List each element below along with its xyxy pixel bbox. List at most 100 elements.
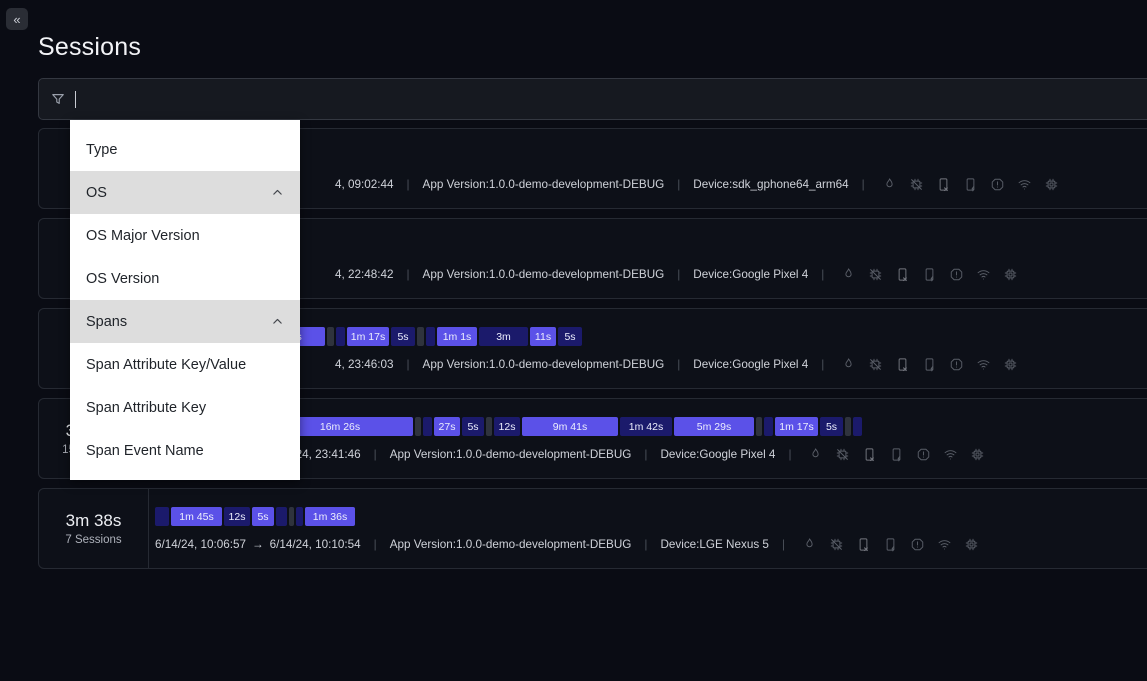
timeline-segment[interactable]: 5s [252, 507, 274, 526]
timeline-segment[interactable] [327, 327, 334, 346]
timeline-segment[interactable]: 5s [391, 327, 415, 346]
session-timeline[interactable]: 1m 45s 12s 5s 1m 36s [155, 505, 1147, 526]
app-version-value: 1.0.0-demo-development-DEBUG [488, 178, 665, 191]
timeline-segment[interactable]: 1m 17s [347, 327, 389, 346]
app-version-value: 1.0.0-demo-development-DEBUG [488, 358, 665, 371]
dropdown-item-spans[interactable]: Spans [70, 300, 300, 343]
session-meta: 6/14/24, 10:06:57 → 6/14/24, 10:10:54 | … [155, 537, 1147, 552]
session-timeline[interactable]: 1m 42s5m 29s1m 17s5s1m 1s3m11s5s [155, 325, 1147, 346]
wifi-icon[interactable] [976, 357, 991, 372]
timeline-segment[interactable] [756, 417, 762, 436]
device-label: Device: [693, 268, 733, 281]
timeline-segment[interactable]: 1m 42s [620, 417, 672, 436]
crash-off-icon[interactable] [829, 537, 844, 552]
crash-off-icon[interactable] [868, 267, 883, 282]
timeline-segment[interactable]: 1m 36s [305, 507, 355, 526]
device-x-icon[interactable] [856, 537, 871, 552]
alert-octagon-icon[interactable] [916, 447, 931, 462]
dropdown-item-span-attribute-key[interactable]: Span Attribute Key [70, 386, 300, 429]
timeline-segment[interactable] [426, 327, 435, 346]
timeline-segment[interactable] [415, 417, 421, 436]
alert-octagon-icon[interactable] [949, 357, 964, 372]
crash-off-icon[interactable] [909, 177, 924, 192]
app-version-label: App Version: [422, 268, 489, 281]
timeline-segment[interactable]: 12s [224, 507, 250, 526]
dropdown-item-type[interactable]: Type [70, 128, 300, 171]
cpu-icon[interactable] [964, 537, 979, 552]
alert-octagon-icon[interactable] [910, 537, 925, 552]
app-version-label: App Version: [422, 178, 489, 191]
dropdown-item-os-major-version[interactable]: OS Major Version [70, 214, 300, 257]
flame-icon[interactable] [808, 447, 823, 462]
device-value: Google Pixel 4 [699, 448, 776, 461]
timeline-segment[interactable]: 11s [530, 327, 556, 346]
device-bolt-icon[interactable] [889, 447, 904, 462]
device-bolt-icon[interactable] [922, 267, 937, 282]
app-version-value: 1.0.0-demo-development-DEBUG [455, 448, 632, 461]
dropdown-item-span-event-name[interactable]: Span Event Name [70, 429, 300, 472]
filter-field-dropdown[interactable]: Type OS OS Major Version OS Version Spans Spa… [70, 120, 300, 480]
cpu-icon[interactable] [970, 447, 985, 462]
wifi-icon[interactable] [1017, 177, 1032, 192]
session-timeline[interactable] [155, 145, 1147, 166]
chevron-up-icon[interactable] [271, 315, 284, 328]
timeline-segment[interactable]: 9m 41s [522, 417, 618, 436]
crash-off-icon[interactable] [835, 447, 850, 462]
flame-icon[interactable] [802, 537, 817, 552]
timeline-segment[interactable] [764, 417, 773, 436]
device-bolt-icon[interactable] [963, 177, 978, 192]
timeline-segment[interactable]: 27s [434, 417, 460, 436]
flame-icon[interactable] [882, 177, 897, 192]
timeline-segment[interactable]: 1m 45s [171, 507, 222, 526]
dropdown-item-os[interactable]: OS [70, 171, 300, 214]
timeline-segment[interactable]: 12s [494, 417, 520, 436]
dropdown-item-label: Spans [86, 313, 128, 330]
device-x-icon[interactable] [936, 177, 951, 192]
timeline-segment[interactable]: 3m [479, 327, 528, 346]
meta-separator: | [677, 358, 681, 371]
dropdown-item-span-attribute-key-value[interactable]: Span Attribute Key/Value [70, 343, 300, 386]
device-bolt-icon[interactable] [922, 357, 937, 372]
session-timeline[interactable] [155, 235, 1147, 256]
filter-input-bar[interactable] [38, 78, 1147, 120]
chevron-up-icon[interactable] [271, 186, 284, 199]
device-x-icon[interactable] [862, 447, 877, 462]
alert-octagon-icon[interactable] [949, 267, 964, 282]
session-status-icons [878, 177, 1059, 192]
table-row[interactable]: 3m 38s 7 Sessions 1m 45s 12s 5s 1m 36s 6/14… [38, 488, 1147, 569]
dropdown-item-label: Span Event Name [86, 442, 204, 459]
flame-icon[interactable] [841, 267, 856, 282]
timeline-segment[interactable] [155, 507, 169, 526]
crash-off-icon[interactable] [868, 357, 883, 372]
timeline-segment[interactable] [423, 417, 432, 436]
alert-octagon-icon[interactable] [990, 177, 1005, 192]
timeline-segment[interactable] [336, 327, 345, 346]
timeline-segment[interactable]: 5s [820, 417, 843, 436]
wifi-icon[interactable] [937, 537, 952, 552]
timeline-segment[interactable] [276, 507, 287, 526]
timeline-segment[interactable]: 1m 17s [775, 417, 818, 436]
wifi-icon[interactable] [976, 267, 991, 282]
device-bolt-icon[interactable] [883, 537, 898, 552]
session-timeline[interactable]: 1s3m 39s16m 26s27s5s12s9m 41s1m 42s5m 29… [155, 415, 1147, 436]
timeline-segment[interactable] [853, 417, 862, 436]
timeline-segment[interactable] [289, 507, 294, 526]
wifi-icon[interactable] [943, 447, 958, 462]
timeline-segment[interactable]: 5s [558, 327, 582, 346]
device-x-icon[interactable] [895, 267, 910, 282]
cpu-icon[interactable] [1003, 267, 1018, 282]
timeline-segment[interactable] [417, 327, 424, 346]
timeline-segment[interactable] [845, 417, 851, 436]
timeline-segment[interactable]: 1m 1s [437, 327, 477, 346]
device-x-icon[interactable] [895, 357, 910, 372]
cpu-icon[interactable] [1003, 357, 1018, 372]
app-version-label: App Version: [422, 358, 489, 371]
timeline-segment[interactable]: 5s [462, 417, 484, 436]
timeline-segment[interactable] [296, 507, 303, 526]
cpu-icon[interactable] [1044, 177, 1059, 192]
flame-icon[interactable] [841, 357, 856, 372]
timeline-segment[interactable] [486, 417, 492, 436]
dropdown-item-os-version[interactable]: OS Version [70, 257, 300, 300]
timeline-segment[interactable]: 5m 29s [674, 417, 754, 436]
session-status-icons [798, 537, 979, 552]
